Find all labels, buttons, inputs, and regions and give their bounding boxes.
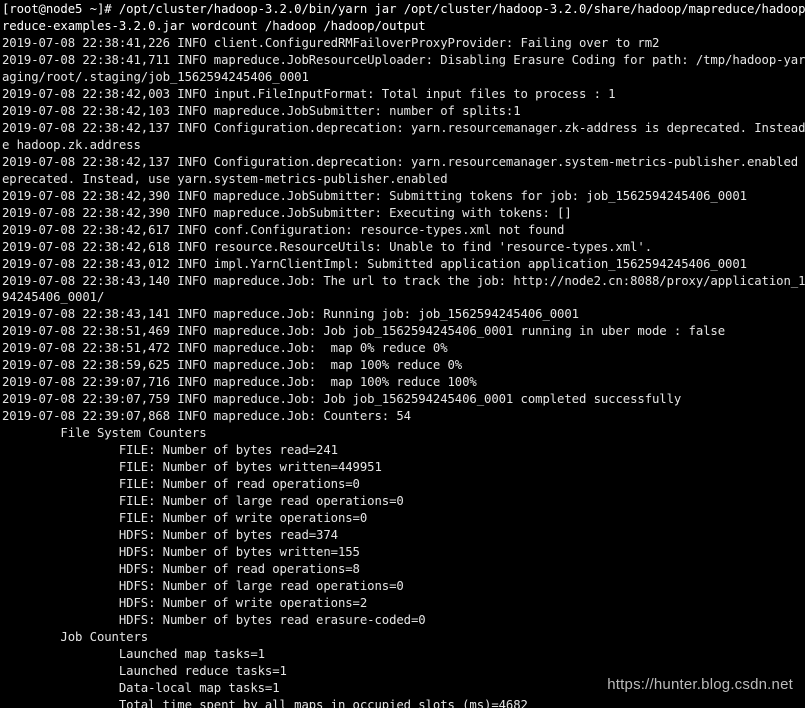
shell-command: /opt/cluster/hadoop-3.2.0/bin/yarn jar /… xyxy=(119,2,805,16)
log-lines: 2019-07-08 22:38:41,226 INFO client.Conf… xyxy=(2,35,803,708)
shell-command-cont: reduce-examples-3.2.0.jar wordcount /had… xyxy=(2,19,426,33)
watermark: https://hunter.blog.csdn.net xyxy=(607,675,793,696)
terminal-output[interactable]: [root@node5 ~]# /opt/cluster/hadoop-3.2.… xyxy=(0,0,805,708)
shell-prompt: [root@node5 ~]# xyxy=(2,2,119,16)
